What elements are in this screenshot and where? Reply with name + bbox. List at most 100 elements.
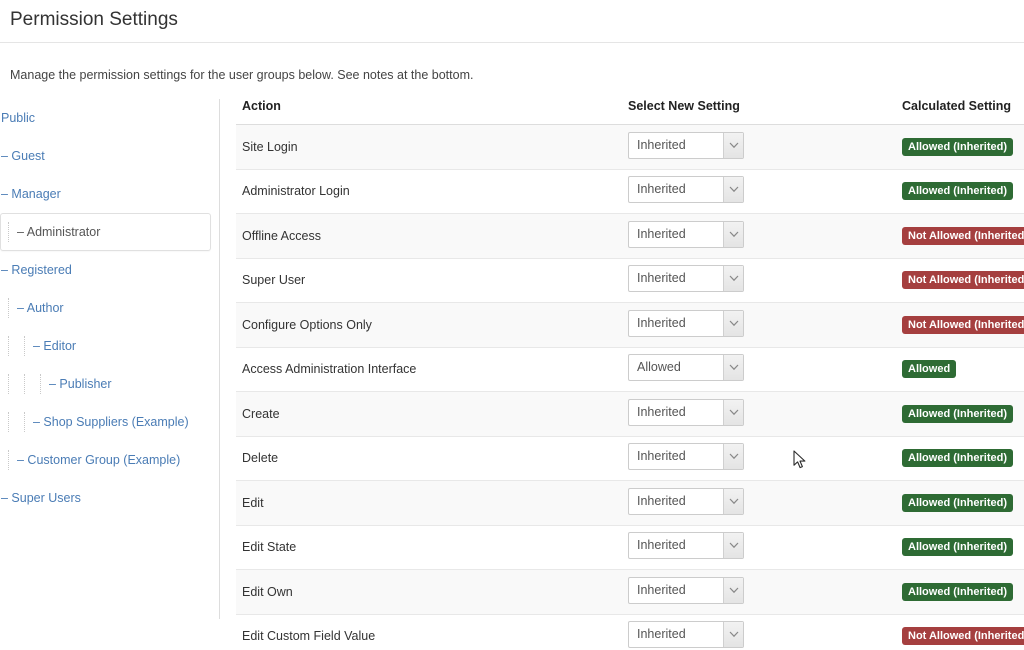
- status-badge: Not Allowed (Inherited): [902, 627, 1024, 646]
- cell-select-new-setting: Inherited: [622, 480, 896, 526]
- table-row: Delete Inherited Allowed (Inherited): [236, 436, 1024, 481]
- chevron-down-icon[interactable]: [723, 399, 743, 425]
- setting-select[interactable]: Inherited: [628, 176, 744, 204]
- main-layout: Public – Guest – Manager – Administrator – R…: [0, 99, 1024, 650]
- page-header: Permission Settings: [0, 0, 1024, 43]
- setting-select-value: Inherited: [637, 627, 686, 642]
- sidebar-item-group[interactable]: – Manager: [0, 175, 211, 213]
- cell-action-name: Offline Access: [236, 213, 622, 259]
- chevron-down-icon[interactable]: [723, 488, 743, 514]
- chevron-down-icon[interactable]: [723, 310, 743, 336]
- setting-select[interactable]: Inherited: [628, 576, 744, 604]
- cell-select-new-setting: Inherited: [622, 525, 896, 570]
- cell-calculated-setting: Allowed (Inherited): [896, 124, 1024, 170]
- table-row: Offline Access Inherited Not Allowed (Inhe…: [236, 213, 1024, 259]
- status-badge: Allowed (Inherited): [902, 137, 1013, 156]
- tree-indent-guides: [1, 298, 17, 318]
- cell-select-new-setting: Inherited: [622, 124, 896, 170]
- cell-action-name: Site Login: [236, 124, 622, 170]
- tree-guide-line: [17, 412, 33, 432]
- chevron-down-icon[interactable]: [723, 177, 743, 203]
- setting-select-value: Inherited: [637, 182, 686, 197]
- cell-action-name: Edit Custom Field Value: [236, 614, 622, 650]
- status-badge: Allowed (Inherited): [902, 182, 1013, 201]
- tree-guide-line: [17, 374, 33, 394]
- chevron-down-icon[interactable]: [723, 622, 743, 648]
- chevron-down-icon[interactable]: [723, 355, 743, 381]
- table-row: Super User Inherited Not Allowed (Inherite…: [236, 258, 1024, 303]
- sidebar-item-group[interactable]: – Shop Suppliers (Example): [0, 403, 211, 441]
- column-header-select-new-setting: Select New Setting: [622, 99, 896, 125]
- tree-guide-line: [1, 412, 17, 432]
- chevron-down-icon[interactable]: [723, 132, 743, 158]
- sidebar-item-group[interactable]: – Guest: [0, 137, 211, 175]
- sidebar-item-group[interactable]: – Author: [0, 289, 211, 327]
- column-header-action: Action: [236, 99, 622, 125]
- sidebar-item-group[interactable]: – Customer Group (Example): [0, 441, 211, 479]
- sidebar-item-group[interactable]: – Administrator: [0, 213, 211, 251]
- page-description: Manage the permission settings for the u…: [10, 68, 474, 82]
- user-group-sidebar: Public – Guest – Manager – Administrator – R…: [0, 99, 220, 619]
- setting-select-value: Inherited: [637, 404, 686, 419]
- tree-guide-line: [1, 374, 17, 394]
- setting-select-value: Allowed: [637, 360, 681, 375]
- tree-guide-line: [17, 336, 33, 356]
- cell-select-new-setting: Inherited: [622, 614, 896, 650]
- cell-action-name: Access Administration Interface: [236, 347, 622, 392]
- setting-select-value: Inherited: [637, 582, 686, 597]
- table-row: Site Login Inherited Allowed (Inherited): [236, 124, 1024, 170]
- setting-select[interactable]: Inherited: [628, 621, 744, 649]
- cell-calculated-setting: Allowed (Inherited): [896, 436, 1024, 481]
- cell-calculated-setting: Allowed (Inherited): [896, 480, 1024, 526]
- tree-indent-guides: [1, 412, 33, 432]
- setting-select[interactable]: Inherited: [628, 265, 744, 293]
- setting-select[interactable]: Inherited: [628, 398, 744, 426]
- table-row: Administrator Login Inherited Allowed (Inh…: [236, 169, 1024, 214]
- setting-select[interactable]: Inherited: [628, 532, 744, 560]
- sidebar-item-group[interactable]: Public: [0, 99, 211, 137]
- setting-select[interactable]: Inherited: [628, 309, 744, 337]
- permissions-table-container: Action Select New Setting Calculated Set…: [220, 99, 1024, 650]
- sidebar-item-label: Public: [1, 111, 36, 125]
- sidebar-item-group[interactable]: – Publisher: [0, 365, 211, 403]
- sidebar-item-group[interactable]: – Registered: [0, 251, 211, 289]
- setting-select[interactable]: Inherited: [628, 487, 744, 515]
- table-row: Configure Options Only Inherited Not Allow…: [236, 302, 1024, 348]
- chevron-down-icon[interactable]: [723, 533, 743, 559]
- setting-select[interactable]: Inherited: [628, 443, 744, 471]
- status-badge: Allowed (Inherited): [902, 582, 1013, 601]
- setting-select-value: Inherited: [637, 449, 686, 464]
- cell-calculated-setting: Allowed (Inherited): [896, 169, 1024, 214]
- setting-select-value: Inherited: [637, 315, 686, 330]
- tree-guide-line: [1, 298, 17, 318]
- chevron-down-icon[interactable]: [723, 577, 743, 603]
- sidebar-item-group[interactable]: – Super Users: [0, 479, 211, 517]
- sidebar-item-group[interactable]: – Editor: [0, 327, 211, 365]
- chevron-down-icon[interactable]: [723, 444, 743, 470]
- setting-select-value: Inherited: [637, 538, 686, 553]
- sidebar-item-label: – Registered: [1, 263, 72, 277]
- cell-calculated-setting: Not Allowed (Inherited): [896, 614, 1024, 650]
- chevron-down-icon[interactable]: [723, 221, 743, 247]
- tree-indent-guides: [1, 450, 17, 470]
- setting-select[interactable]: Inherited: [628, 131, 744, 159]
- chevron-down-icon[interactable]: [723, 266, 743, 292]
- status-badge: Allowed (Inherited): [902, 493, 1013, 512]
- cell-select-new-setting: Inherited: [622, 302, 896, 348]
- setting-select[interactable]: Inherited: [628, 220, 744, 248]
- status-badge: Allowed (Inherited): [902, 404, 1013, 423]
- status-badge: Not Allowed (Inherited): [902, 315, 1024, 334]
- sidebar-item-label: – Super Users: [1, 491, 81, 505]
- setting-select-value: Inherited: [637, 271, 686, 286]
- cell-action-name: Edit: [236, 480, 622, 526]
- table-row: Edit State Inherited Allowed (Inherited): [236, 525, 1024, 570]
- cell-action-name: Create: [236, 391, 622, 437]
- cell-select-new-setting: Inherited: [622, 169, 896, 214]
- table-row: Edit Inherited Allowed (Inherited): [236, 480, 1024, 526]
- setting-select[interactable]: Allowed: [628, 354, 744, 382]
- table-header-row: Action Select New Setting Calculated Set…: [236, 99, 1024, 125]
- cell-action-name: Super User: [236, 258, 622, 303]
- cell-calculated-setting: Not Allowed (Inherited): [896, 213, 1024, 259]
- sidebar-item-label: – Guest: [1, 149, 45, 163]
- table-row: Create Inherited Allowed (Inherited): [236, 391, 1024, 437]
